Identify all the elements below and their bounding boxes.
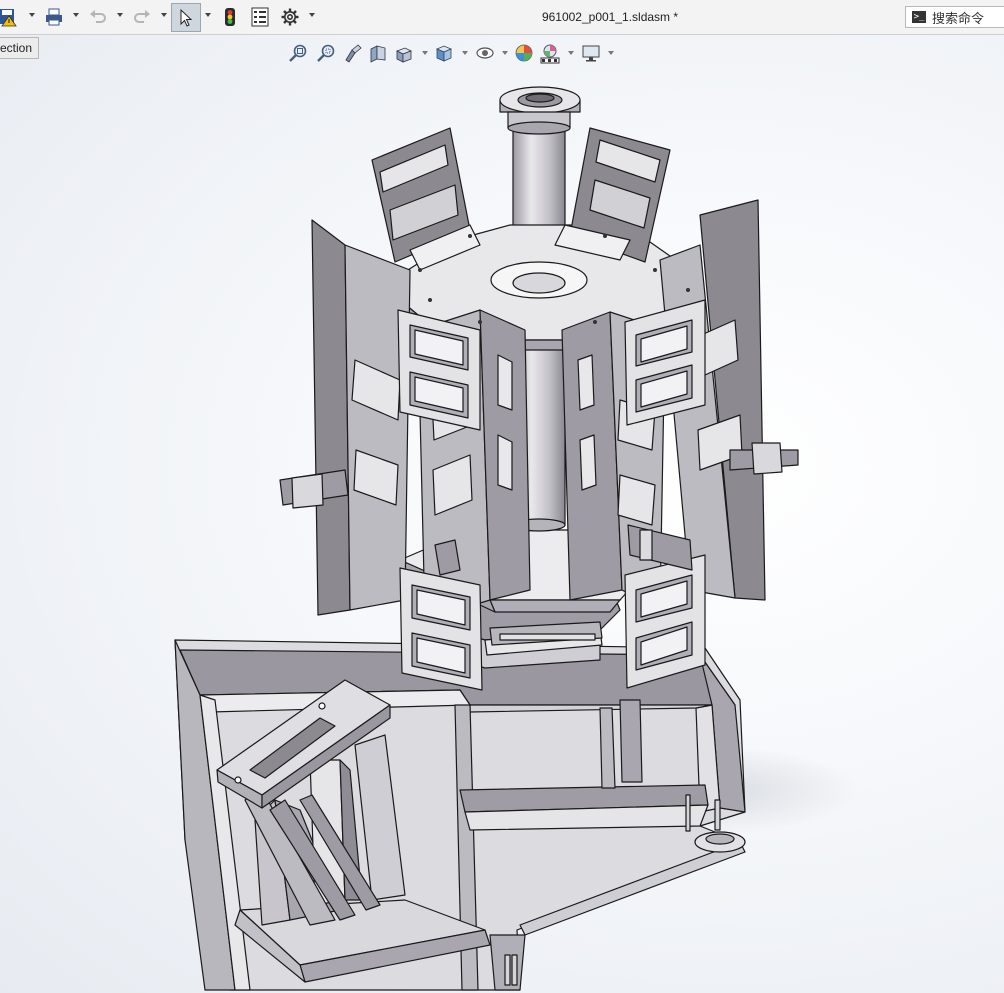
arm-bracket-back-right[interactable]: [554, 127, 671, 263]
select-pointer-icon: [180, 8, 193, 27]
undo-icon: [90, 10, 106, 23]
options-menu-caret[interactable]: [309, 13, 315, 17]
arm-bracket-back-left[interactable]: [371, 127, 481, 271]
front-left-frame-panel[interactable]: [397, 309, 481, 431]
options-gear-icon: [281, 8, 299, 26]
assembly-model[interactable]: [0, 35, 1004, 993]
title-toolbar: 961002_p001_1.sldasm * >_ 搜索命令: [0, 0, 1004, 35]
select-button[interactable]: [171, 3, 201, 32]
redo-icon: [134, 10, 150, 23]
rebuild-button[interactable]: [221, 6, 239, 28]
print-icon: [46, 8, 62, 26]
search-placeholder: 搜索命令: [932, 10, 985, 26]
file-properties-button[interactable]: [249, 6, 271, 28]
save-icon: [0, 9, 17, 27]
arm-bracket-left[interactable]: [279, 219, 411, 616]
undo-menu-caret[interactable]: [117, 13, 123, 17]
select-menu-caret[interactable]: [205, 13, 211, 17]
command-prompt-icon: >_: [912, 11, 926, 23]
print-button[interactable]: [43, 6, 65, 28]
graphics-area[interactable]: ection: [0, 35, 1004, 993]
redo-menu-caret[interactable]: [161, 13, 167, 17]
options-button[interactable]: [279, 6, 301, 28]
document-title: 961002_p001_1.sldasm *: [541, 10, 679, 24]
front-right-frame-panel[interactable]: [624, 299, 706, 426]
undo-button[interactable]: [87, 6, 109, 28]
search-commands-input[interactable]: >_ 搜索命令: [905, 6, 1004, 28]
print-menu-caret[interactable]: [73, 13, 79, 17]
file-properties-icon: [251, 7, 269, 27]
save-menu-caret[interactable]: [29, 13, 35, 17]
save-button[interactable]: [0, 6, 20, 28]
rebuild-traffic-light-icon: [225, 8, 235, 26]
redo-button[interactable]: [131, 6, 153, 28]
